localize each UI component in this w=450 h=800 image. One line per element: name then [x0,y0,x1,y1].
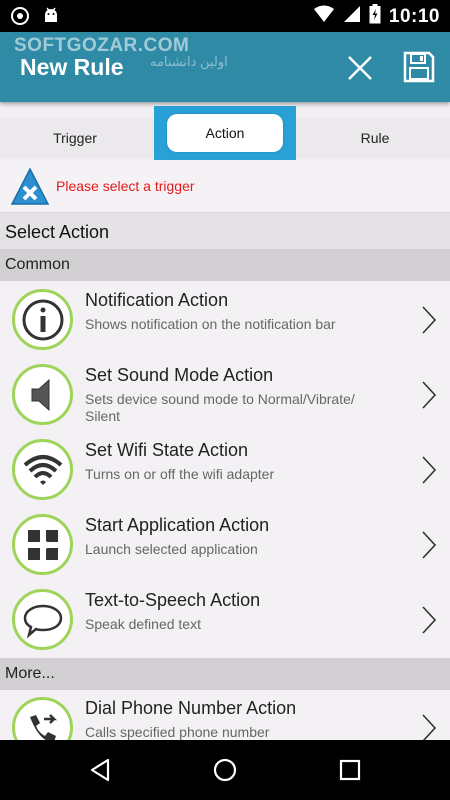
tab-rule[interactable]: Rule [300,118,450,158]
action-description: Calls specified phone number [85,724,270,740]
signal-icon [343,5,361,28]
save-icon [403,51,435,83]
select-action-header: Select Action [0,212,450,249]
home-button[interactable] [210,755,240,785]
navigation-bar [0,740,450,800]
page-title: New Rule [20,54,124,80]
action-title: Text-to-Speech Action [85,590,261,610]
error-x-icon [10,167,50,205]
chevron-right-icon [422,531,437,559]
action-description: Shows notification on the notification b… [85,316,336,332]
recents-icon [339,759,361,781]
app-bar: SOFTGOZAR.COM اولین دانشنامه New Rule [0,32,450,102]
action-description: Launch selected application [85,541,258,557]
phone-icon [12,697,73,740]
app-launch-icon [12,514,73,575]
action-title: Set Sound Mode Action [85,365,274,385]
save-button[interactable] [398,46,440,88]
select-action-label: Select Action [5,222,110,242]
status-bar: 10:10 [0,0,450,32]
android-icon [42,6,60,31]
watermark-subtext: اولین دانشنامه [150,54,228,69]
wifi-icon [313,5,335,28]
action-title: Dial Phone Number Action [85,698,297,718]
warning-banner: Please select a trigger [0,160,450,212]
chevron-right-icon [422,306,437,334]
sync-icon [10,6,30,31]
section-more-label: More... [5,665,55,682]
recents-button[interactable] [335,755,365,785]
tab-action-label: Action [167,114,283,152]
action-title: Start Application Action [85,515,270,535]
chevron-right-icon [422,606,437,634]
clock: 10:10 [388,5,440,27]
wifi-icon [12,439,73,500]
action-description: Sets device sound mode to Normal/Vibrate… [85,391,355,424]
warning-text: Please select a trigger [56,178,195,194]
speech-bubble-icon [12,589,73,650]
action-item-start-application[interactable]: Start Application Action Launch selected… [0,507,450,582]
back-button[interactable] [85,755,115,785]
close-icon [348,56,372,80]
section-common: Common [0,249,450,281]
section-common-label: Common [5,256,70,273]
action-item-text-to-speech[interactable]: Text-to-Speech Action Speak defined text [0,582,450,657]
tab-bar: Trigger Action Rule [0,106,450,160]
chevron-right-icon [422,381,437,409]
back-icon [90,758,110,782]
action-item-dial-phone[interactable]: Dial Phone Number Action Calls specified… [0,690,450,740]
battery-icon [369,4,381,29]
action-title: Notification Action [85,290,229,310]
chevron-right-icon [422,714,437,740]
home-icon [213,758,237,782]
section-more: More... [0,658,450,690]
action-description: Speak defined text [85,616,201,632]
action-item-sound-mode[interactable]: Set Sound Mode Action Sets device sound … [0,357,450,432]
tab-trigger[interactable]: Trigger [0,118,150,158]
chevron-right-icon [422,456,437,484]
action-item-wifi-state[interactable]: Set Wifi State Action Turns on or off th… [0,432,450,507]
action-title: Set Wifi State Action [85,440,249,460]
close-button[interactable] [340,48,380,88]
action-item-notification[interactable]: Notification Action Shows notification o… [0,282,450,357]
info-icon [12,289,73,350]
action-description: Turns on or off the wifi adapter [85,466,275,482]
speaker-icon [12,364,73,425]
tab-action[interactable]: Action [154,106,296,160]
